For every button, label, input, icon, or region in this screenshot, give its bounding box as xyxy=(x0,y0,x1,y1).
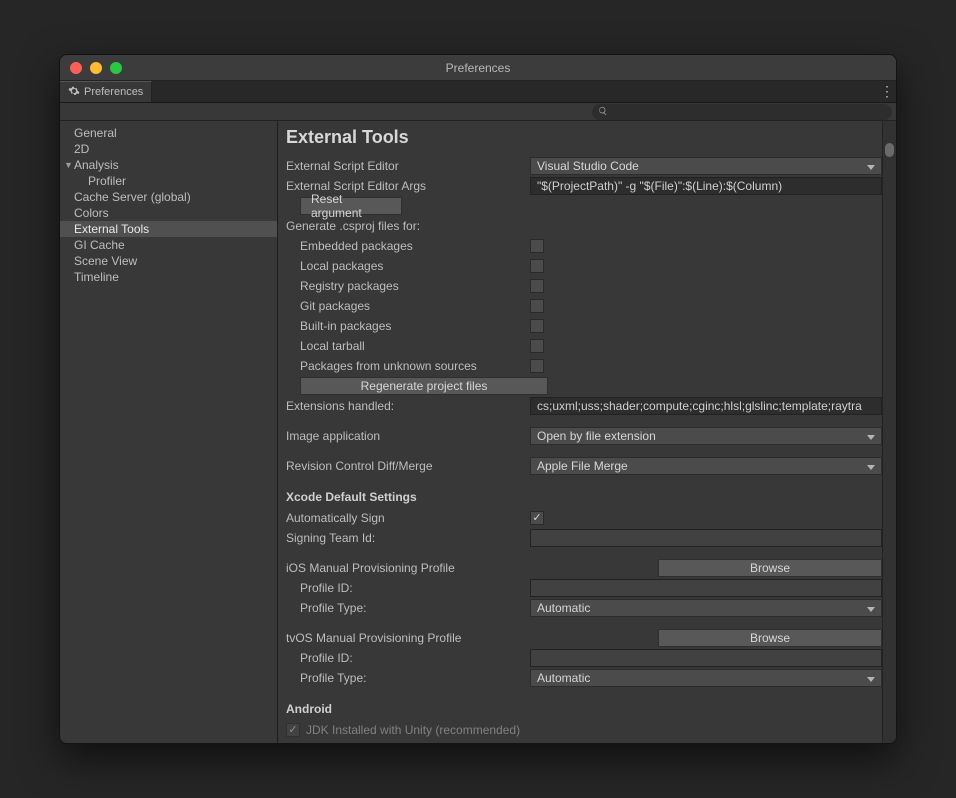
sidebar-item-gi-cache[interactable]: GI Cache xyxy=(60,237,277,253)
extensions-handled-label: Extensions handled: xyxy=(286,399,530,413)
window-title: Preferences xyxy=(60,61,896,75)
csproj-unknown-checkbox[interactable] xyxy=(530,359,544,373)
image-application-dropdown[interactable]: Open by file extension xyxy=(530,427,882,445)
sidebar-item-colors[interactable]: Colors xyxy=(60,205,277,221)
ios-profile-id-label: Profile ID: xyxy=(286,581,530,595)
ios-profile-id-input[interactable] xyxy=(530,579,882,597)
tab-label: Preferences xyxy=(84,86,143,98)
tvos-profile-id-input[interactable] xyxy=(530,649,882,667)
search-input[interactable] xyxy=(592,104,892,120)
xcode-heading: Xcode Default Settings xyxy=(286,490,882,504)
auto-sign-label: Automatically Sign xyxy=(286,511,530,525)
extensions-handled-input[interactable]: cs;uxml;uss;shader;compute;cginc;hlsl;gl… xyxy=(530,397,882,415)
tvos-profile-type-dropdown[interactable]: Automatic xyxy=(530,669,882,687)
sidebar-item-profiler[interactable]: Profiler xyxy=(60,173,277,189)
content-scroll[interactable]: External Tools External Script Editor Vi… xyxy=(278,121,882,743)
sidebar-item-2d[interactable]: 2D xyxy=(60,141,277,157)
csproj-local-label: Local packages xyxy=(286,259,530,273)
body: General 2D ▼Analysis Profiler Cache Serv… xyxy=(60,121,896,743)
ios-profile-type-label: Profile Type: xyxy=(286,601,530,615)
csproj-git-checkbox[interactable] xyxy=(530,299,544,313)
signing-team-label: Signing Team Id: xyxy=(286,531,530,545)
csproj-registry-label: Registry packages xyxy=(286,279,530,293)
revision-control-label: Revision Control Diff/Merge xyxy=(286,459,530,473)
chevron-down-icon[interactable]: ▼ xyxy=(64,160,74,170)
vertical-scrollbar[interactable] xyxy=(882,121,896,743)
image-application-label: Image application xyxy=(286,429,530,443)
search-row xyxy=(60,103,896,121)
android-jdk-checkbox[interactable] xyxy=(286,723,300,737)
tvos-profile-id-label: Profile ID: xyxy=(286,651,530,665)
ios-browse-button[interactable]: Browse xyxy=(658,559,882,577)
content: External Tools External Script Editor Vi… xyxy=(278,121,896,743)
csproj-git-label: Git packages xyxy=(286,299,530,313)
preferences-window: Preferences Preferences ⋮ General 2D ▼An… xyxy=(59,54,897,744)
sidebar-item-general[interactable]: General xyxy=(60,125,277,141)
scrollbar-thumb[interactable] xyxy=(885,143,894,157)
sidebar-item-external-tools[interactable]: External Tools xyxy=(60,221,277,237)
tab-preferences[interactable]: Preferences xyxy=(60,81,152,102)
signing-team-input[interactable] xyxy=(530,529,882,547)
external-script-editor-dropdown[interactable]: Visual Studio Code xyxy=(530,157,882,175)
titlebar: Preferences xyxy=(60,55,896,81)
tvos-browse-button[interactable]: Browse xyxy=(658,629,882,647)
search-icon xyxy=(598,103,608,121)
gear-icon xyxy=(68,85,80,100)
page-title: External Tools xyxy=(286,127,882,148)
csproj-builtin-checkbox[interactable] xyxy=(530,319,544,333)
sidebar-item-timeline[interactable]: Timeline xyxy=(60,269,277,285)
csproj-embedded-checkbox[interactable] xyxy=(530,239,544,253)
csproj-tarball-label: Local tarball xyxy=(286,339,530,353)
auto-sign-checkbox[interactable] xyxy=(530,511,544,525)
android-heading: Android xyxy=(286,702,882,716)
tvos-profile-type-label: Profile Type: xyxy=(286,671,530,685)
external-script-editor-label: External Script Editor xyxy=(286,159,530,173)
ios-profile-heading: iOS Manual Provisioning Profile xyxy=(286,561,530,575)
tab-menu-button[interactable]: ⋮ xyxy=(878,81,896,102)
csproj-unknown-label: Packages from unknown sources xyxy=(286,359,530,373)
external-script-editor-args-input[interactable]: "$(ProjectPath)" -g "$(File)":$(Line):$(… xyxy=(530,177,882,195)
external-script-editor-args-label: External Script Editor Args xyxy=(286,179,530,193)
generate-csproj-label: Generate .csproj files for: xyxy=(286,219,530,233)
csproj-registry-checkbox[interactable] xyxy=(530,279,544,293)
android-jdk-label: JDK Installed with Unity (recommended) xyxy=(306,723,520,737)
sidebar-item-cache-server[interactable]: Cache Server (global) xyxy=(60,189,277,205)
csproj-tarball-checkbox[interactable] xyxy=(530,339,544,353)
tab-bar: Preferences ⋮ xyxy=(60,81,896,103)
regenerate-project-files-button[interactable]: Regenerate project files xyxy=(300,377,548,395)
csproj-embedded-label: Embedded packages xyxy=(286,239,530,253)
csproj-local-checkbox[interactable] xyxy=(530,259,544,273)
revision-control-dropdown[interactable]: Apple File Merge xyxy=(530,457,882,475)
sidebar-item-scene-view[interactable]: Scene View xyxy=(60,253,277,269)
ios-profile-type-dropdown[interactable]: Automatic xyxy=(530,599,882,617)
reset-argument-button[interactable]: Reset argument xyxy=(300,197,402,215)
sidebar-item-analysis[interactable]: ▼Analysis xyxy=(60,157,277,173)
sidebar: General 2D ▼Analysis Profiler Cache Serv… xyxy=(60,121,278,743)
csproj-builtin-label: Built-in packages xyxy=(286,319,530,333)
tvos-profile-heading: tvOS Manual Provisioning Profile xyxy=(286,631,530,645)
